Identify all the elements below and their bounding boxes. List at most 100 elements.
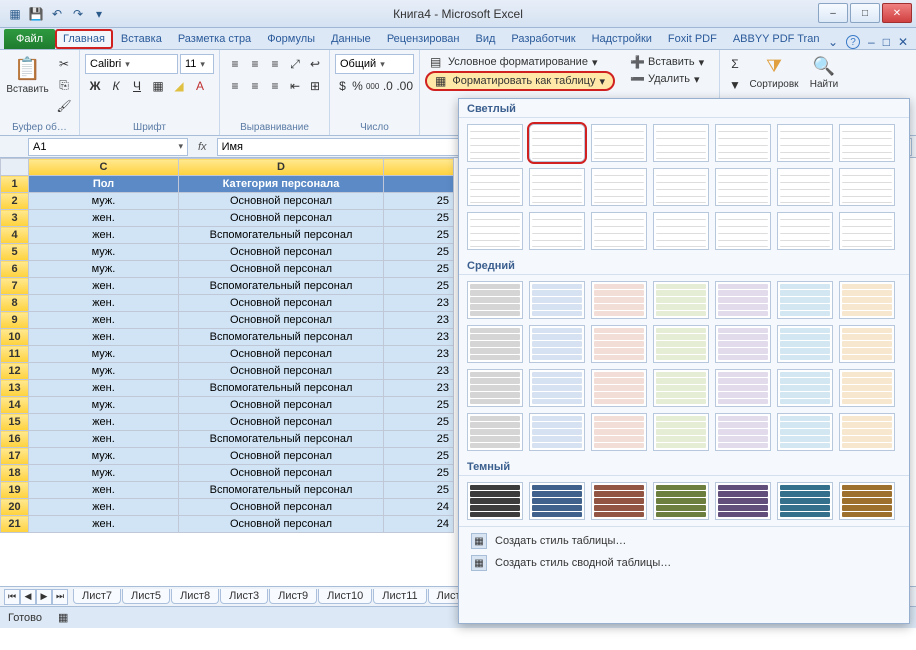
data-cell[interactable]: Основной персонал	[179, 312, 384, 329]
table-style-thumb[interactable]	[715, 482, 771, 520]
data-cell[interactable]: 25	[384, 210, 454, 227]
table-style-thumb[interactable]	[777, 124, 833, 162]
tab-pagelayout[interactable]: Разметка стра	[170, 28, 259, 49]
row-header[interactable]: 14	[1, 397, 29, 414]
undo-icon[interactable]: ↶	[48, 5, 66, 23]
data-cell[interactable]: жен.	[29, 227, 179, 244]
data-cell[interactable]: 25	[384, 397, 454, 414]
tab-view[interactable]: Вид	[468, 28, 504, 49]
table-style-thumb[interactable]	[529, 325, 585, 363]
align-bottom-icon[interactable]: ≡	[265, 54, 285, 74]
table-style-thumb[interactable]	[467, 281, 523, 319]
data-cell[interactable]: 25	[384, 227, 454, 244]
percent-icon[interactable]: %	[350, 76, 365, 96]
name-box-input[interactable]	[29, 141, 174, 153]
data-cell[interactable]: 23	[384, 295, 454, 312]
bold-button[interactable]: Ж	[85, 76, 105, 96]
data-cell[interactable]: муж.	[29, 448, 179, 465]
macro-record-icon[interactable]: ▦	[58, 611, 68, 624]
data-cell[interactable]: Вспомогательный персонал	[179, 329, 384, 346]
table-style-thumb[interactable]	[777, 325, 833, 363]
wrap-text-icon[interactable]: ↩	[305, 54, 325, 74]
italic-button[interactable]: К	[106, 76, 126, 96]
data-cell[interactable]: Основной персонал	[179, 465, 384, 482]
table-style-thumb[interactable]	[653, 124, 709, 162]
table-style-thumb[interactable]	[715, 281, 771, 319]
table-style-thumb[interactable]	[591, 281, 647, 319]
row-header[interactable]: 9	[1, 312, 29, 329]
data-cell[interactable]: 24	[384, 499, 454, 516]
data-cell[interactable]: муж.	[29, 261, 179, 278]
sheet-tab[interactable]: Лист11	[373, 589, 426, 604]
orientation-icon[interactable]: ⤢	[285, 54, 305, 74]
fill-color-button[interactable]: ◢	[169, 76, 189, 96]
paste-button[interactable]: 📋 Вставить	[5, 54, 50, 97]
col-header-d[interactable]: D	[179, 159, 384, 176]
sheet-nav-next-icon[interactable]: ▶	[36, 589, 52, 605]
table-style-thumb[interactable]	[591, 212, 647, 250]
sheet-nav-prev-icon[interactable]: ◀	[20, 589, 36, 605]
data-cell[interactable]: 23	[384, 329, 454, 346]
data-cell[interactable]: Основной персонал	[179, 499, 384, 516]
table-style-thumb[interactable]	[653, 413, 709, 451]
row-header[interactable]: 17	[1, 448, 29, 465]
name-box[interactable]: ▾	[28, 138, 188, 156]
find-select-button[interactable]: 🔍Найти	[803, 54, 845, 92]
data-cell[interactable]: Основной персонал	[179, 414, 384, 431]
data-cell[interactable]: 25	[384, 193, 454, 210]
underline-button[interactable]: Ч	[127, 76, 147, 96]
data-cell[interactable]: Основной персонал	[179, 261, 384, 278]
data-cell[interactable]: жен.	[29, 210, 179, 227]
data-cell[interactable]: муж.	[29, 193, 179, 210]
help-icon[interactable]: ?	[846, 35, 860, 49]
align-center-icon[interactable]: ≡	[245, 76, 265, 96]
data-cell[interactable]: Основной персонал	[179, 516, 384, 533]
table-style-thumb[interactable]	[653, 325, 709, 363]
table-style-thumb[interactable]	[839, 212, 895, 250]
sheet-nav-last-icon[interactable]: ⏭	[52, 589, 68, 605]
tab-addins[interactable]: Надстройки	[584, 28, 660, 49]
row-header[interactable]: 6	[1, 261, 29, 278]
table-style-thumb[interactable]	[715, 168, 771, 206]
format-as-table-button[interactable]: ▦Форматировать как таблицу▾	[425, 71, 615, 91]
data-cell[interactable]: 23	[384, 312, 454, 329]
tab-insert[interactable]: Вставка	[113, 28, 170, 49]
name-box-dropdown-icon[interactable]: ▾	[174, 141, 187, 152]
comma-icon[interactable]: 000	[365, 76, 380, 96]
table-style-thumb[interactable]	[529, 168, 585, 206]
data-cell[interactable]: муж.	[29, 244, 179, 261]
maximize-button[interactable]: □	[850, 3, 880, 23]
data-cell[interactable]: Основной персонал	[179, 448, 384, 465]
border-button[interactable]: ▦	[148, 76, 168, 96]
redo-icon[interactable]: ↷	[69, 5, 87, 23]
row-header[interactable]: 15	[1, 414, 29, 431]
table-style-thumb[interactable]	[839, 124, 895, 162]
tab-data[interactable]: Данные	[323, 28, 379, 49]
data-cell[interactable]: муж.	[29, 397, 179, 414]
table-style-thumb[interactable]	[591, 168, 647, 206]
tab-formulas[interactable]: Формулы	[259, 28, 323, 49]
data-cell[interactable]: Основной персонал	[179, 244, 384, 261]
sheet-nav-first-icon[interactable]: ⏮	[4, 589, 20, 605]
data-cell[interactable]: жен.	[29, 482, 179, 499]
data-cell[interactable]: 25	[384, 278, 454, 295]
table-style-thumb[interactable]	[715, 369, 771, 407]
table-style-thumb[interactable]	[591, 325, 647, 363]
currency-icon[interactable]: $	[335, 76, 350, 96]
sheet-tab[interactable]: Лист9	[269, 589, 317, 604]
row-header[interactable]: 3	[1, 210, 29, 227]
row-header[interactable]: 12	[1, 363, 29, 380]
data-cell[interactable]: 25	[384, 448, 454, 465]
data-cell[interactable]: Основной персонал	[179, 210, 384, 227]
table-style-thumb[interactable]	[777, 482, 833, 520]
table-style-thumb[interactable]	[529, 281, 585, 319]
data-cell[interactable]: муж.	[29, 363, 179, 380]
table-style-thumb[interactable]	[467, 212, 523, 250]
row-header[interactable]: 19	[1, 482, 29, 499]
data-cell[interactable]: жен.	[29, 431, 179, 448]
row-header[interactable]: 10	[1, 329, 29, 346]
merge-icon[interactable]: ⊞	[305, 76, 325, 96]
table-style-thumb[interactable]	[467, 325, 523, 363]
data-cell[interactable]: Вспомогательный персонал	[179, 431, 384, 448]
table-style-thumb[interactable]	[777, 281, 833, 319]
